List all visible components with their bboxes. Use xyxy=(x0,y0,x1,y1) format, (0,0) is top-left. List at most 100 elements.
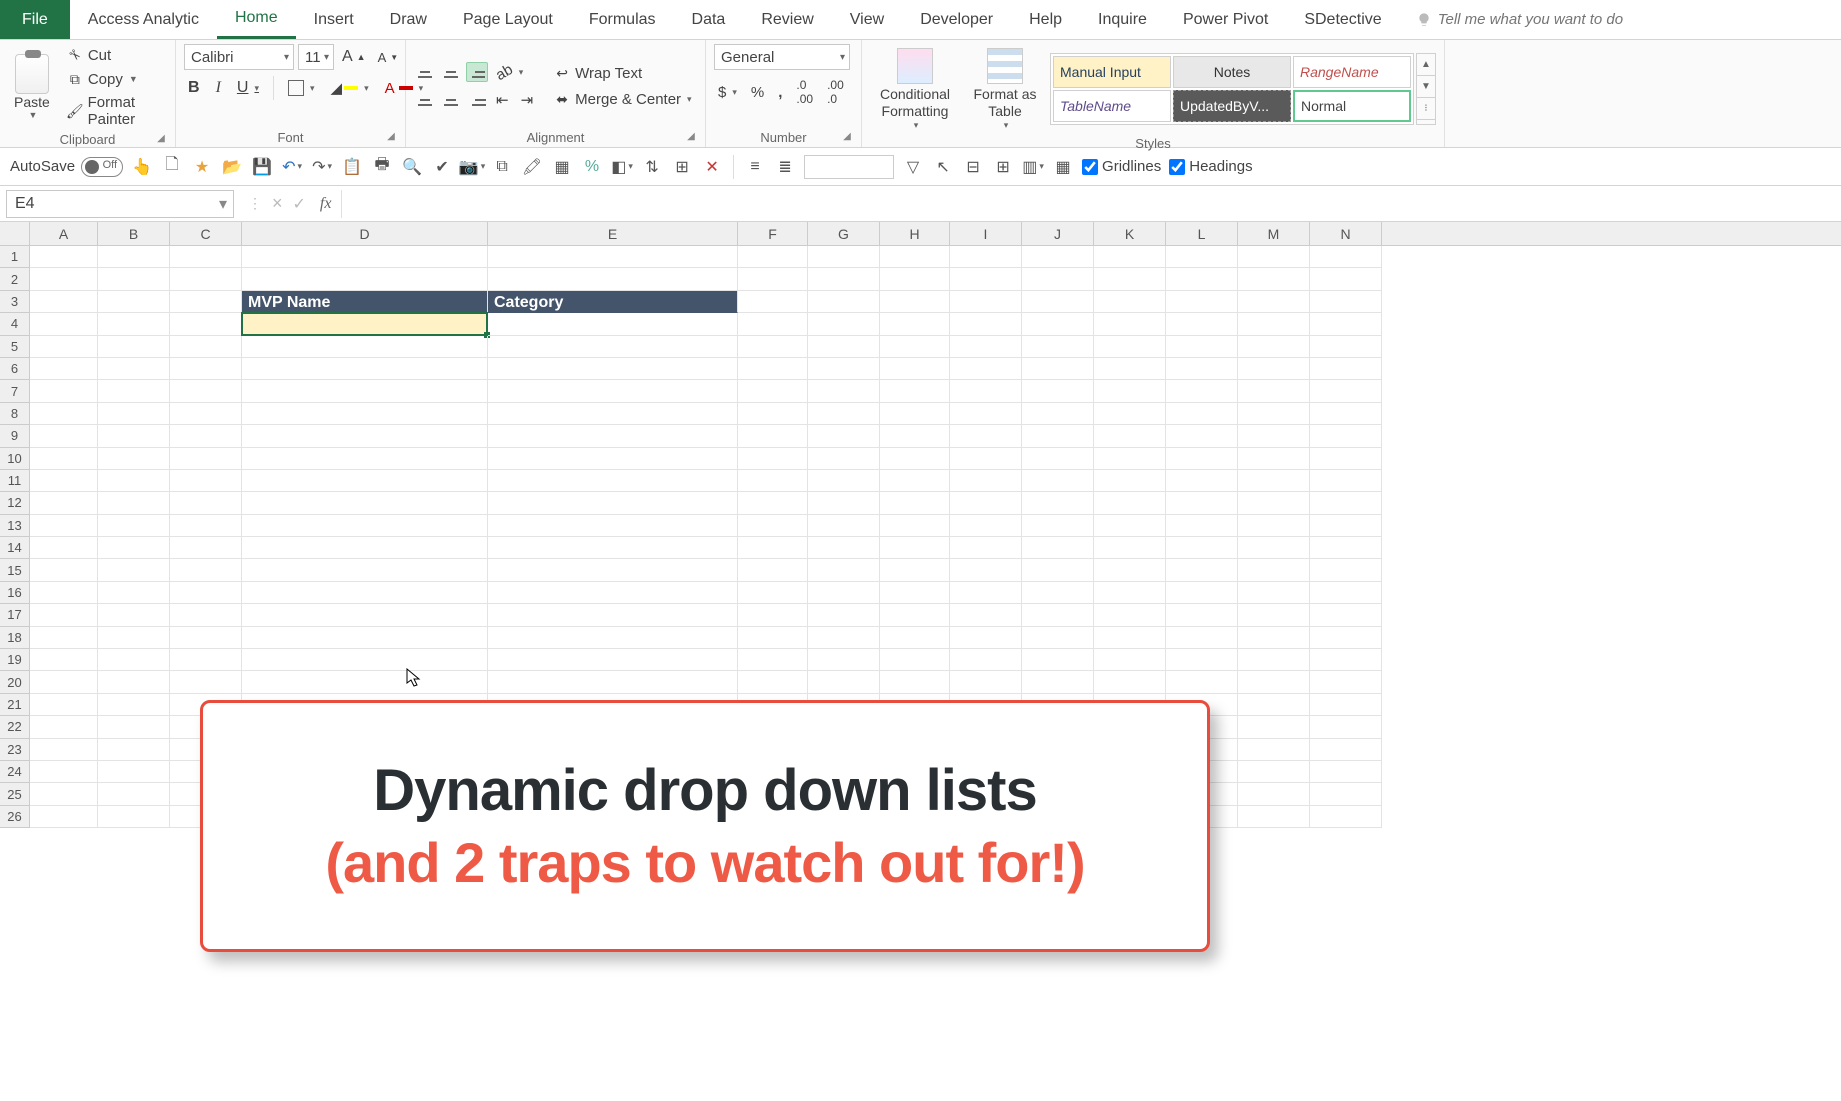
tell-me-input[interactable] xyxy=(1438,11,1841,28)
cell-F2[interactable] xyxy=(738,268,808,290)
cell-M4[interactable] xyxy=(1238,313,1310,335)
cell-L5[interactable] xyxy=(1166,336,1238,358)
cell-J9[interactable] xyxy=(1022,425,1094,447)
filter-icon[interactable]: ▽ xyxy=(902,156,924,178)
cell-N8[interactable] xyxy=(1310,403,1382,425)
cell-C1[interactable] xyxy=(170,246,242,268)
cell-L17[interactable] xyxy=(1166,604,1238,626)
row-header[interactable]: 16 xyxy=(0,582,30,604)
cell-I8[interactable] xyxy=(950,403,1022,425)
cell-M21[interactable] xyxy=(1238,694,1310,716)
cell-L16[interactable] xyxy=(1166,582,1238,604)
delete-icon[interactable]: ✕ xyxy=(701,156,723,178)
cell-C7[interactable] xyxy=(170,380,242,402)
row-header[interactable]: 7 xyxy=(0,380,30,402)
cell-E2[interactable] xyxy=(488,268,738,290)
cell-B18[interactable] xyxy=(98,627,170,649)
cell-K10[interactable] xyxy=(1094,448,1166,470)
cell-E9[interactable] xyxy=(488,425,738,447)
cell-F4[interactable] xyxy=(738,313,808,335)
cell-D6[interactable] xyxy=(242,358,488,380)
cell-N9[interactable] xyxy=(1310,425,1382,447)
cell-E12[interactable] xyxy=(488,492,738,514)
cell-J19[interactable] xyxy=(1022,649,1094,671)
cell-F7[interactable] xyxy=(738,380,808,402)
cell-B17[interactable] xyxy=(98,604,170,626)
number-format-select[interactable]: General▾ xyxy=(714,44,850,70)
copy-button[interactable]: ⧉Copy▼ xyxy=(62,68,167,90)
cell-H20[interactable] xyxy=(880,671,950,693)
cell-H15[interactable] xyxy=(880,559,950,581)
tab-data[interactable]: Data xyxy=(674,0,744,39)
cell-L1[interactable] xyxy=(1166,246,1238,268)
cell-N11[interactable] xyxy=(1310,470,1382,492)
cell-A12[interactable] xyxy=(30,492,98,514)
cell-J1[interactable] xyxy=(1022,246,1094,268)
cell-I16[interactable] xyxy=(950,582,1022,604)
cell-G3[interactable] xyxy=(808,291,880,313)
cell-J7[interactable] xyxy=(1022,380,1094,402)
cell-F14[interactable] xyxy=(738,537,808,559)
cell-G2[interactable] xyxy=(808,268,880,290)
column-header-b[interactable]: B xyxy=(98,222,170,245)
decrease-font-button[interactable]: A▼ xyxy=(374,48,403,67)
cell-F9[interactable] xyxy=(738,425,808,447)
row-header[interactable]: 1 xyxy=(0,246,30,268)
cell-styles-gallery[interactable]: Manual Input Notes RangeName TableName U… xyxy=(1050,53,1414,125)
cell-L7[interactable] xyxy=(1166,380,1238,402)
cell-K5[interactable] xyxy=(1094,336,1166,358)
cell-H11[interactable] xyxy=(880,470,950,492)
column-header-c[interactable]: C xyxy=(170,222,242,245)
cell-K19[interactable] xyxy=(1094,649,1166,671)
cell-H4[interactable] xyxy=(880,313,950,335)
cell-E5[interactable] xyxy=(488,336,738,358)
cell-F11[interactable] xyxy=(738,470,808,492)
cell-D3[interactable]: MVP Name xyxy=(242,291,488,313)
cell-E15[interactable] xyxy=(488,559,738,581)
cell-E10[interactable] xyxy=(488,448,738,470)
row-header[interactable]: 11 xyxy=(0,470,30,492)
grid-icon[interactable]: ▦ xyxy=(551,156,573,178)
cell-I18[interactable] xyxy=(950,627,1022,649)
cell-B1[interactable] xyxy=(98,246,170,268)
cell-H14[interactable] xyxy=(880,537,950,559)
cell-C17[interactable] xyxy=(170,604,242,626)
cell-K20[interactable] xyxy=(1094,671,1166,693)
cell-N22[interactable] xyxy=(1310,716,1382,738)
cell-G8[interactable] xyxy=(808,403,880,425)
cell-M13[interactable] xyxy=(1238,515,1310,537)
cell-E19[interactable] xyxy=(488,649,738,671)
cell-C5[interactable] xyxy=(170,336,242,358)
print-preview-icon[interactable]: 🖶 xyxy=(371,156,393,178)
touch-mode-icon[interactable]: 👆 xyxy=(131,156,153,178)
row-header[interactable]: 14 xyxy=(0,537,30,559)
column-header-m[interactable]: M xyxy=(1238,222,1310,245)
style-table-name[interactable]: TableName xyxy=(1053,90,1171,122)
cell-J14[interactable] xyxy=(1022,537,1094,559)
align-right-button[interactable] xyxy=(466,90,488,110)
row-header[interactable]: 25 xyxy=(0,783,30,805)
cell-L11[interactable] xyxy=(1166,470,1238,492)
cell-M11[interactable] xyxy=(1238,470,1310,492)
format-painter-button[interactable]: 🖌Format Painter xyxy=(62,92,167,130)
dialog-launcher-icon[interactable]: ◢ xyxy=(155,133,167,145)
column-header-n[interactable]: N xyxy=(1310,222,1382,245)
cell-B20[interactable] xyxy=(98,671,170,693)
cell-C9[interactable] xyxy=(170,425,242,447)
cell-B23[interactable] xyxy=(98,739,170,761)
formula-input[interactable] xyxy=(341,190,1841,218)
cell-J13[interactable] xyxy=(1022,515,1094,537)
cell-B16[interactable] xyxy=(98,582,170,604)
cell-I20[interactable] xyxy=(950,671,1022,693)
cell-M9[interactable] xyxy=(1238,425,1310,447)
cell-C10[interactable] xyxy=(170,448,242,470)
cell-I4[interactable] xyxy=(950,313,1022,335)
cell-G20[interactable] xyxy=(808,671,880,693)
cell-D9[interactable] xyxy=(242,425,488,447)
percent-icon[interactable]: % xyxy=(581,156,603,178)
autosave-toggle[interactable]: AutoSave Off xyxy=(10,157,123,177)
cell-G1[interactable] xyxy=(808,246,880,268)
cell-D14[interactable] xyxy=(242,537,488,559)
cell-H5[interactable] xyxy=(880,336,950,358)
cell-M26[interactable] xyxy=(1238,806,1310,828)
